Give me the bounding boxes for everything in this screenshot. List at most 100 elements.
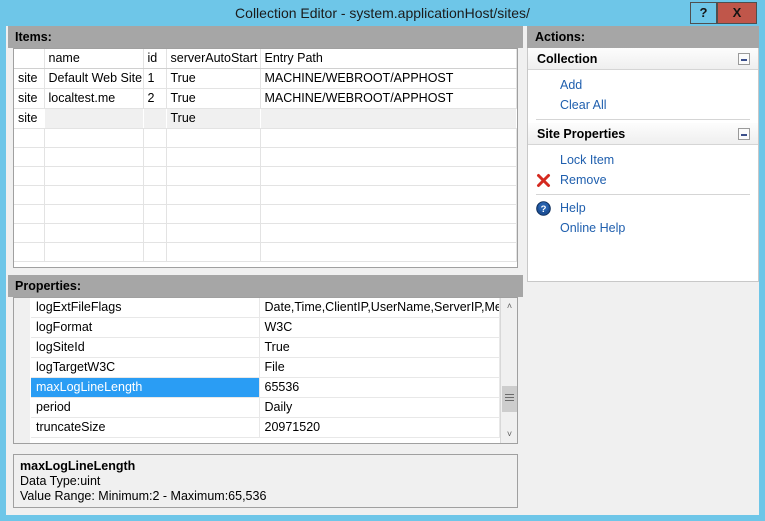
property-name[interactable]: logFormat [31, 317, 260, 338]
scroll-up-icon[interactable]: ˄ [501, 298, 517, 315]
scroll-down-icon[interactable]: ˅ [501, 426, 517, 443]
cell-id[interactable]: 1 [143, 68, 167, 89]
property-value[interactable]: W3C [259, 317, 500, 338]
cell-id[interactable] [143, 204, 167, 224]
cell-name[interactable]: Default Web Site [44, 68, 144, 89]
table-row[interactable]: site Default Web Site 1 True MACHINE/WEB… [14, 68, 517, 89]
row-header-cell[interactable]: site [14, 108, 44, 129]
action-lock-item[interactable]: Lock Item [528, 150, 758, 170]
cell-serverautostart[interactable] [166, 128, 261, 148]
cell-entrypath[interactable] [260, 242, 517, 262]
property-row[interactable]: name [31, 437, 500, 443]
row-header-cell[interactable] [14, 128, 45, 148]
cell-id[interactable] [143, 242, 167, 262]
row-header-cell[interactable] [14, 204, 45, 224]
items-col-id[interactable]: id [143, 49, 167, 69]
row-header-cell[interactable] [14, 147, 45, 167]
action-remove[interactable]: Remove [528, 170, 758, 190]
property-value[interactable]: 65536 [259, 377, 500, 398]
cell-name[interactable] [44, 108, 143, 129]
items-col-serverautostart[interactable]: serverAutoStart [166, 49, 261, 69]
cell-id[interactable] [143, 147, 167, 167]
cell-serverautostart[interactable] [166, 242, 261, 262]
property-row-selected[interactable]: maxLogLineLength 65536 [31, 377, 500, 398]
cell-entrypath[interactable] [260, 108, 517, 129]
property-row[interactable]: logExtFileFlags Date,Time,ClientIP,UserN… [31, 298, 500, 318]
table-row[interactable] [14, 242, 517, 262]
property-value[interactable] [259, 437, 500, 443]
property-name[interactable]: maxLogLineLength [31, 377, 260, 398]
items-col-rowheader[interactable] [14, 49, 45, 69]
table-row[interactable] [14, 185, 517, 205]
property-row[interactable]: truncateSize 20971520 [31, 417, 500, 438]
property-name[interactable]: period [31, 397, 260, 418]
row-header-cell[interactable] [14, 185, 45, 205]
table-row[interactable] [14, 204, 517, 224]
action-add[interactable]: Add [528, 75, 758, 95]
cell-serverautostart[interactable]: True [166, 68, 261, 89]
cell-serverautostart[interactable] [166, 223, 261, 243]
property-value[interactable]: Daily [259, 397, 500, 418]
cell-entrypath[interactable]: MACHINE/WEBROOT/APPHOST [260, 68, 517, 89]
row-header-cell[interactable]: site [14, 68, 45, 89]
table-row[interactable]: site localtest.me 2 True MACHINE/WEBROOT… [14, 88, 517, 109]
action-clear-all[interactable]: Clear All [528, 95, 758, 115]
row-header-cell[interactable]: site [14, 88, 45, 109]
cell-entrypath[interactable] [260, 128, 517, 148]
cell-name[interactable] [44, 185, 144, 205]
row-header-cell[interactable] [14, 166, 45, 186]
property-row[interactable]: logSiteId True [31, 337, 500, 358]
property-name[interactable]: logExtFileFlags [31, 298, 260, 318]
cell-name[interactable] [44, 166, 144, 186]
titlebar-help-button[interactable]: ? [690, 2, 717, 24]
table-row[interactable] [14, 128, 517, 148]
cell-serverautostart[interactable] [166, 185, 261, 205]
items-col-name[interactable]: name [44, 49, 144, 69]
row-header-cell[interactable] [14, 242, 45, 262]
property-row[interactable]: logTargetW3C File [31, 357, 500, 378]
table-row-selected[interactable]: site True [14, 108, 517, 129]
cell-name[interactable] [44, 223, 144, 243]
cell-id[interactable] [143, 166, 167, 186]
cell-id[interactable] [143, 128, 167, 148]
property-name[interactable]: logSiteId [31, 337, 260, 358]
property-value[interactable]: Date,Time,ClientIP,UserName,ServerIP,Met… [259, 298, 500, 318]
property-value[interactable]: 20971520 [259, 417, 500, 438]
cell-serverautostart[interactable]: True [166, 88, 261, 109]
cell-entrypath[interactable]: MACHINE/WEBROOT/APPHOST [260, 88, 517, 109]
properties-scrollbar[interactable]: ˄ ˅ [500, 298, 517, 443]
cell-name[interactable] [44, 204, 144, 224]
property-name[interactable]: logTargetW3C [31, 357, 260, 378]
cell-name[interactable]: localtest.me [44, 88, 144, 109]
items-col-entrypath[interactable]: Entry Path [260, 49, 517, 69]
collapse-minus-icon[interactable] [738, 53, 750, 65]
cell-name[interactable] [44, 147, 144, 167]
cell-name[interactable] [44, 128, 144, 148]
titlebar-close-button[interactable]: X [717, 2, 757, 24]
cell-serverautostart[interactable] [166, 204, 261, 224]
cell-entrypath[interactable] [260, 147, 517, 167]
property-name-cell[interactable]: name [31, 437, 259, 443]
property-value[interactable]: File [259, 357, 500, 378]
cell-id[interactable] [143, 185, 167, 205]
cell-id[interactable] [143, 223, 167, 243]
action-online-help[interactable]: Online Help [528, 218, 758, 238]
cell-id[interactable]: 2 [143, 88, 167, 109]
properties-grid[interactable]: logExtFileFlags Date,Time,ClientIP,UserN… [13, 297, 518, 444]
cell-serverautostart[interactable]: True [166, 108, 260, 129]
table-row[interactable] [14, 166, 517, 186]
table-row[interactable] [14, 223, 517, 243]
cell-entrypath[interactable] [260, 166, 517, 186]
cell-entrypath[interactable] [260, 204, 517, 224]
cell-serverautostart[interactable] [166, 147, 261, 167]
cell-entrypath[interactable] [260, 223, 517, 243]
items-grid[interactable]: name id serverAutoStart Entry Path site … [13, 48, 518, 268]
title-bar[interactable]: Collection Editor - system.applicationHo… [0, 0, 765, 26]
cell-id[interactable] [143, 108, 166, 129]
cell-name[interactable] [44, 242, 144, 262]
collapse-minus-icon[interactable] [738, 128, 750, 140]
cell-entrypath[interactable] [260, 185, 517, 205]
action-help[interactable]: ? Help [528, 198, 758, 218]
table-row[interactable] [14, 147, 517, 167]
scrollbar-thumb[interactable] [502, 386, 517, 412]
